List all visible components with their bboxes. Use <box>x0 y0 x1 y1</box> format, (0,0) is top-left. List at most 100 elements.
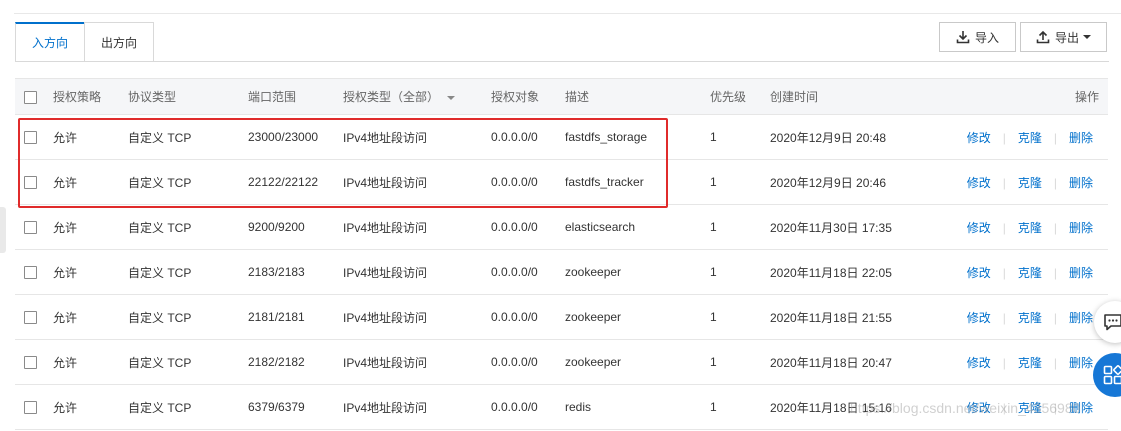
cell-actions: 修改 | 克隆 | 删除 <box>945 115 1108 160</box>
cell-port-range: 22122/22122 <box>248 175 319 189</box>
cell-auth-type: IPv4地址段访问 <box>343 355 428 370</box>
cell-policy: 允许 <box>53 310 78 325</box>
cell-actions: 修改 | 克隆 | 删除 <box>945 340 1108 385</box>
cell-auth-type: IPv4地址段访问 <box>343 175 428 190</box>
cell-protocol: 自定义 TCP <box>128 400 192 415</box>
cell-priority: 1 <box>710 265 717 279</box>
security-rules-table: 授权策略 协议类型 端口范围 授权类型（全部） 授权对象 描述 优先级 创建时间… <box>15 78 1108 430</box>
row-checkbox[interactable] <box>24 356 37 370</box>
table-row: 允许 自定义 TCP 2182/2182 IPv4地址段访问 0.0.0.0/0 zook… <box>15 340 1108 385</box>
cell-port-range: 6379/6379 <box>248 400 305 414</box>
cell-port-range: 23000/23000 <box>248 130 319 144</box>
clone-link[interactable]: 克隆 <box>1018 221 1042 235</box>
header-priority: 优先级 <box>710 78 770 115</box>
edit-link[interactable]: 修改 <box>967 266 991 280</box>
filter-caret-icon <box>447 95 456 100</box>
edit-link[interactable]: 修改 <box>967 176 991 190</box>
table-header-row: 授权策略 协议类型 端口范围 授权类型（全部） 授权对象 描述 优先级 创建时间… <box>15 78 1108 115</box>
delete-link[interactable]: 删除 <box>1069 266 1093 280</box>
cell-auth-object: 0.0.0.0/0 <box>491 130 538 144</box>
cell-protocol: 自定义 TCP <box>128 265 192 280</box>
clone-link[interactable]: 克隆 <box>1018 311 1042 325</box>
top-divider <box>14 13 1121 14</box>
row-checkbox[interactable] <box>24 401 37 415</box>
import-label: 导入 <box>974 30 999 45</box>
row-checkbox[interactable] <box>24 176 37 190</box>
action-divider: | <box>1002 400 1006 415</box>
cell-description: fastdfs_storage <box>565 130 648 144</box>
action-divider: | <box>1002 220 1006 235</box>
cell-actions: 修改 | 克隆 | 删除 <box>945 205 1108 250</box>
action-divider: | <box>1053 355 1057 370</box>
import-button[interactable]: 导入 <box>939 22 1016 52</box>
cell-created: 2020年11月18日 22:05 <box>770 265 892 280</box>
delete-link[interactable]: 删除 <box>1069 401 1093 415</box>
delete-link[interactable]: 删除 <box>1069 311 1093 325</box>
edit-link[interactable]: 修改 <box>967 311 991 325</box>
cell-auth-object: 0.0.0.0/0 <box>491 355 538 369</box>
cell-auth-object: 0.0.0.0/0 <box>491 265 538 279</box>
cell-port-range: 2181/2181 <box>248 310 305 324</box>
header-auth-type-filter[interactable]: 授权类型（全部） <box>343 78 491 115</box>
cell-created: 2020年11月18日 20:47 <box>770 355 892 370</box>
clone-link[interactable]: 克隆 <box>1018 356 1042 370</box>
clone-link[interactable]: 克隆 <box>1018 401 1042 415</box>
tab-inbound[interactable]: 入方向 <box>15 22 86 61</box>
edit-link[interactable]: 修改 <box>967 131 991 145</box>
cell-priority: 1 <box>710 130 717 144</box>
cell-priority: 1 <box>710 220 717 234</box>
chat-icon <box>1104 314 1121 331</box>
cell-actions: 修改 | 克隆 | 删除 <box>945 160 1108 205</box>
action-divider: | <box>1002 355 1006 370</box>
cell-created: 2020年12月9日 20:46 <box>770 175 887 190</box>
cell-policy: 允许 <box>53 220 78 235</box>
edit-link[interactable]: 修改 <box>967 221 991 235</box>
cell-port-range: 2183/2183 <box>248 265 305 279</box>
edit-link[interactable]: 修改 <box>967 356 991 370</box>
delete-link[interactable]: 删除 <box>1069 221 1093 235</box>
header-created: 创建时间 <box>770 78 945 115</box>
side-collapse-handle[interactable] <box>0 207 6 253</box>
row-checkbox[interactable] <box>24 266 37 280</box>
action-divider: | <box>1002 310 1006 325</box>
action-divider: | <box>1002 265 1006 280</box>
cell-description: zookeeper <box>565 355 622 369</box>
delete-link[interactable]: 删除 <box>1069 131 1093 145</box>
chevron-down-icon <box>1083 35 1091 39</box>
cell-protocol: 自定义 TCP <box>128 130 192 145</box>
row-checkbox[interactable] <box>24 311 37 325</box>
cell-actions: 修改 | 克隆 | 删除 <box>945 295 1108 340</box>
action-divider: | <box>1053 220 1057 235</box>
cell-description: zookeeper <box>565 310 622 324</box>
header-policy: 授权策略 <box>53 78 128 115</box>
row-checkbox[interactable] <box>24 131 37 145</box>
cell-priority: 1 <box>710 400 717 414</box>
export-button[interactable]: 导出 <box>1020 22 1107 52</box>
clone-link[interactable]: 克隆 <box>1018 176 1042 190</box>
edit-link[interactable]: 修改 <box>967 401 991 415</box>
tab-outbound[interactable]: 出方向 <box>84 22 155 61</box>
row-checkbox[interactable] <box>24 221 37 235</box>
cell-description: zookeeper <box>565 265 622 279</box>
clone-link[interactable]: 克隆 <box>1018 131 1042 145</box>
cell-protocol: 自定义 TCP <box>128 310 192 325</box>
table-row: 允许 自定义 TCP 9200/9200 IPv4地址段访问 0.0.0.0/0 elas… <box>15 205 1108 250</box>
cell-auth-object: 0.0.0.0/0 <box>491 310 538 324</box>
cell-policy: 允许 <box>53 130 78 145</box>
cell-auth-object: 0.0.0.0/0 <box>491 220 538 234</box>
cell-policy: 允许 <box>53 355 78 370</box>
cell-auth-type: IPv4地址段访问 <box>343 310 428 325</box>
clone-link[interactable]: 克隆 <box>1018 266 1042 280</box>
header-protocol: 协议类型 <box>128 78 248 115</box>
cell-description: redis <box>565 400 592 414</box>
cell-auth-type: IPv4地址段访问 <box>343 265 428 280</box>
delete-link[interactable]: 删除 <box>1069 356 1093 370</box>
cell-description: elasticsearch <box>565 220 636 234</box>
cell-priority: 1 <box>710 355 717 369</box>
select-all-checkbox[interactable] <box>24 90 37 104</box>
table-row: 允许 自定义 TCP 6379/6379 IPv4地址段访问 0.0.0.0/0 redi… <box>15 385 1108 430</box>
cell-priority: 1 <box>710 175 717 189</box>
delete-link[interactable]: 删除 <box>1069 176 1093 190</box>
cell-actions: 修改 | 克隆 | 删除 <box>945 385 1108 430</box>
action-divider: | <box>1053 310 1057 325</box>
